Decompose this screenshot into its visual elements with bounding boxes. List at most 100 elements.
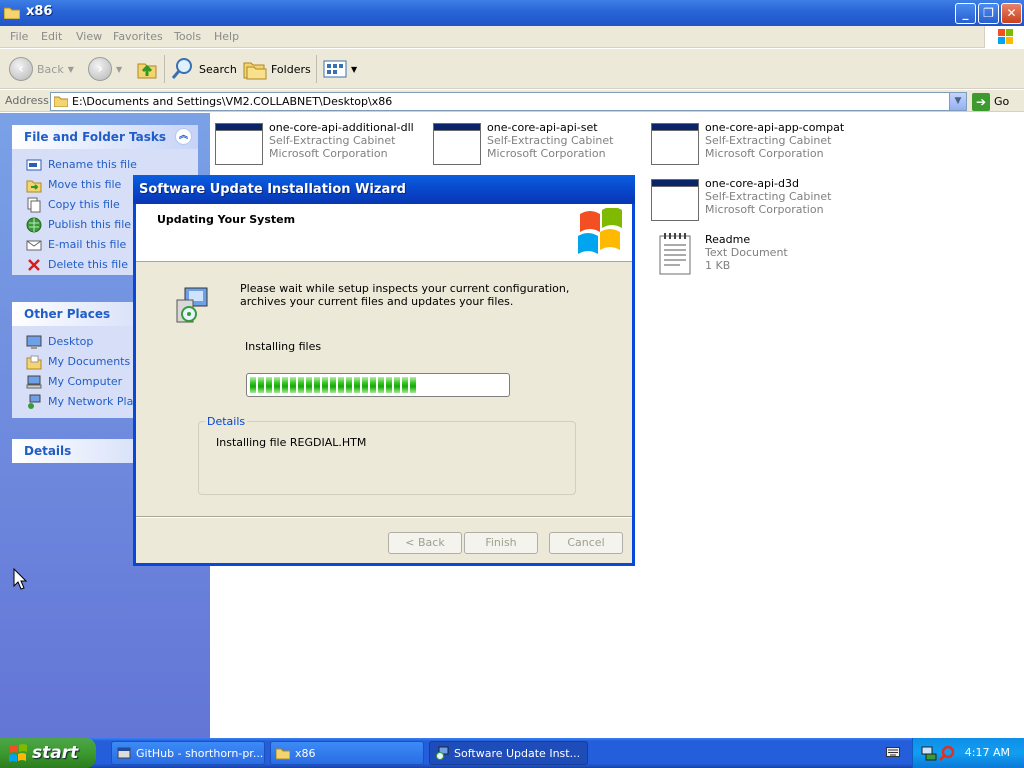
magnifier-tray-icon[interactable]	[939, 745, 955, 761]
menu-help[interactable]: Help	[214, 30, 239, 43]
setup-icon	[436, 746, 449, 760]
folders-icon	[243, 62, 267, 80]
progress-segment	[378, 377, 384, 393]
toolbar: ‹ Back ▼ › ▼ Search Folders ▼	[0, 49, 1024, 89]
back-arrow-icon: ‹	[9, 57, 33, 81]
publish-icon	[26, 217, 42, 233]
progress-segment	[402, 377, 408, 393]
progress-segment	[306, 377, 312, 393]
footer-divider	[136, 516, 632, 518]
file-item[interactable]: one-core-api-d3d Self-Extracting Cabinet…	[651, 177, 866, 227]
progress-segment	[322, 377, 328, 393]
progress-segment	[338, 377, 344, 393]
file-item[interactable]: one-core-api-app-compat Self-Extracting …	[651, 121, 866, 171]
forward-button[interactable]: › ▼	[88, 54, 122, 84]
folder-icon	[54, 96, 68, 107]
my-documents-icon	[26, 355, 42, 370]
menu-tools[interactable]: Tools	[174, 30, 201, 43]
my-computer-icon	[26, 375, 42, 389]
progress-segment	[346, 377, 352, 393]
window-title: x86	[26, 4, 53, 19]
back-button[interactable]: ‹ Back ▼	[9, 54, 74, 84]
forward-dropdown-icon[interactable]: ▼	[116, 65, 122, 74]
details-label: Details	[205, 415, 248, 428]
progress-segment	[354, 377, 360, 393]
views-icon	[323, 60, 347, 78]
task-rename[interactable]: Rename this file	[12, 155, 198, 175]
progress-fill	[250, 377, 506, 393]
clock[interactable]: 4:17 AM	[965, 746, 1010, 759]
file-item[interactable]: one-core-api-additional-dll Self-Extract…	[215, 121, 430, 171]
collapse-icon[interactable]: ︽	[175, 128, 192, 145]
progress-segment	[258, 377, 264, 393]
search-button[interactable]: Search	[171, 54, 237, 84]
folder-icon	[4, 7, 20, 19]
go-button[interactable]: ➔ Go	[972, 92, 1009, 111]
views-dropdown-icon[interactable]: ▼	[351, 65, 357, 74]
address-input[interactable]: E:\Documents and Settings\VM2.COLLABNET\…	[50, 92, 967, 111]
file-item[interactable]: Readme Text Document 1 KB	[651, 233, 866, 283]
progress-segment	[290, 377, 296, 393]
address-path: E:\Documents and Settings\VM2.COLLABNET\…	[72, 95, 393, 108]
progress-segment	[370, 377, 376, 393]
taskbar-item-github[interactable]: GitHub - shorthorn-pr...	[111, 741, 265, 765]
windows-logo	[984, 26, 1024, 48]
menu-favorites[interactable]: Favorites	[113, 30, 163, 43]
address-dropdown-button[interactable]: ▼	[949, 93, 966, 110]
windows-flag-icon	[998, 29, 1013, 44]
folders-button[interactable]: Folders	[243, 54, 311, 84]
progress-segment	[410, 377, 416, 393]
menu-file[interactable]: File	[10, 30, 28, 43]
close-button[interactable]: ✕	[1001, 3, 1022, 24]
progress-segment	[386, 377, 392, 393]
wizard-message: Please wait while setup inspects your cu…	[240, 282, 570, 308]
windows-flag-icon	[9, 744, 27, 762]
wizard-header-title: Updating Your System	[157, 213, 296, 226]
network-icon	[28, 394, 41, 409]
cabinet-file-icon	[433, 123, 481, 165]
taskbar-item-software-update[interactable]: Software Update Inst...	[429, 741, 588, 765]
forward-arrow-icon: ›	[88, 57, 112, 81]
address-label: Address	[5, 94, 49, 107]
start-button[interactable]: start	[0, 738, 96, 768]
network-tray-icon[interactable]	[921, 745, 937, 761]
progress-segment	[330, 377, 336, 393]
progress-segment	[266, 377, 272, 393]
file-item[interactable]: one-core-api-api-set Self-Extracting Cab…	[433, 121, 648, 171]
wizard-titlebar[interactable]: Software Update Installation Wizard	[133, 175, 635, 204]
views-button[interactable]: ▼	[323, 54, 357, 84]
cancel-button[interactable]: Cancel	[549, 532, 623, 554]
address-bar: Address E:\Documents and Settings\VM2.CO…	[0, 90, 1024, 112]
file-folder-tasks-header[interactable]: File and Folder Tasks ︽	[12, 125, 198, 149]
taskbar-item-x86[interactable]: x86	[270, 741, 424, 765]
back-button[interactable]: < Back	[388, 532, 462, 554]
mouse-cursor-icon	[13, 568, 27, 590]
keyboard-layout-icon[interactable]	[886, 746, 900, 758]
minimize-button[interactable]: _	[955, 3, 976, 24]
back-dropdown-icon[interactable]: ▼	[68, 65, 74, 74]
window-titlebar[interactable]: x86 _ ❐ ✕	[0, 0, 1024, 26]
install-progress-bar	[246, 373, 510, 397]
taskbar: start GitHub - shorthorn-pr... x86 Softw…	[0, 738, 1024, 768]
move-icon	[26, 180, 42, 193]
finish-button[interactable]: Finish	[464, 532, 538, 554]
cabinet-file-icon	[651, 179, 699, 221]
browser-icon	[117, 747, 131, 759]
cabinet-file-icon	[215, 123, 263, 165]
windows-flag-icon	[578, 208, 622, 254]
installing-status: Installing files	[245, 340, 322, 353]
menu-bar: File Edit View Favorites Tools Help	[0, 26, 1024, 48]
menu-view[interactable]: View	[76, 30, 102, 43]
folder-up-icon	[137, 63, 157, 79]
setup-computer-icon	[176, 287, 208, 323]
rename-icon	[26, 159, 42, 171]
email-icon	[26, 240, 42, 251]
desktop-icon	[26, 335, 42, 349]
menu-edit[interactable]: Edit	[41, 30, 62, 43]
details-text: Installing file REGDIAL.HTM	[216, 436, 367, 449]
progress-segment	[250, 377, 256, 393]
up-button[interactable]	[136, 54, 158, 84]
maximize-button[interactable]: ❐	[978, 3, 999, 24]
progress-segment	[274, 377, 280, 393]
copy-icon	[27, 197, 41, 213]
